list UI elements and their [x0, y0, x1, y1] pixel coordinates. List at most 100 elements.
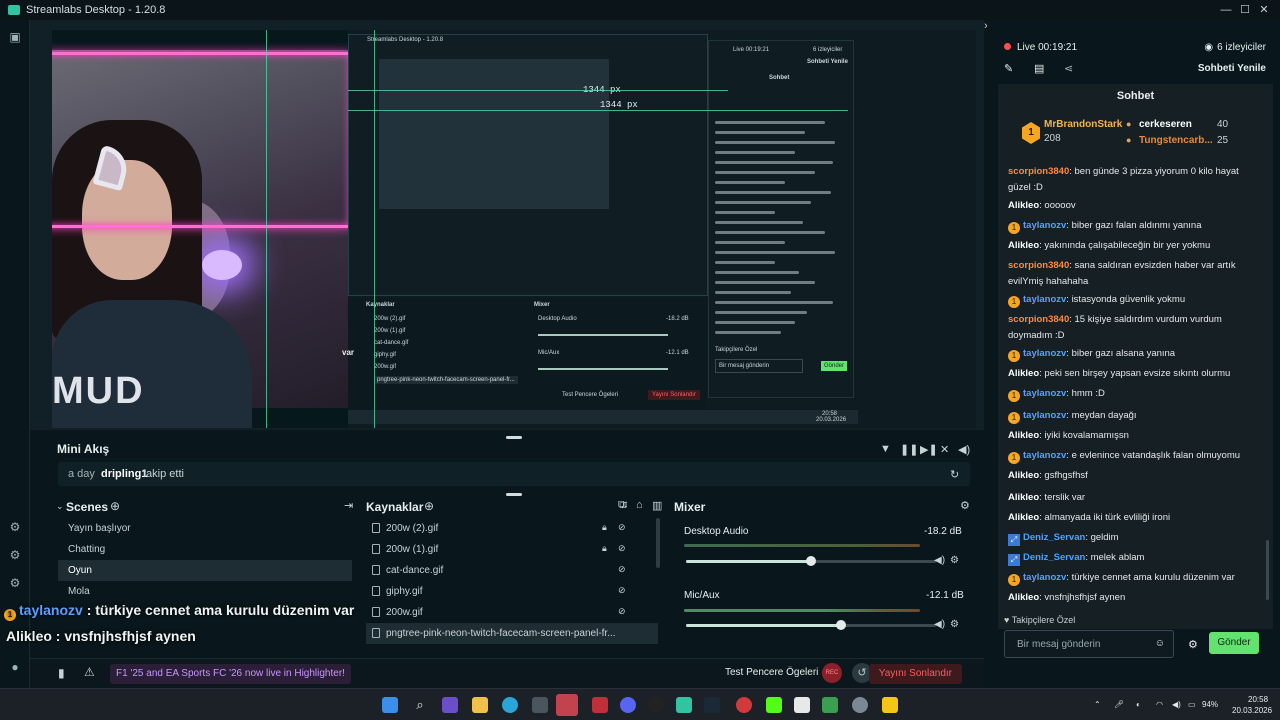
refresh-chat-button[interactable]: Sohbeti Yenile [1198, 63, 1266, 74]
collapse-icon[interactable]: ⌄ [56, 501, 64, 512]
apps-icon[interactable]: ⚙ [8, 548, 22, 562]
discord-icon[interactable] [620, 697, 636, 713]
source-item[interactable]: 200w (1).gif 🔒︎ ⊘ [366, 539, 658, 560]
source-item[interactable]: giphy.gif ⊘ [366, 581, 658, 602]
settings-icon[interactable]: ⚙ [8, 576, 22, 590]
visibility-icon[interactable]: ⊘ [618, 585, 626, 596]
speaker-icon[interactable]: ◀) [934, 619, 945, 630]
mixer-settings-icon[interactable]: ⚙ [960, 499, 970, 512]
app-red-icon[interactable] [736, 697, 752, 713]
scrollbar[interactable] [656, 518, 660, 568]
scene-item[interactable]: Mola [58, 581, 352, 602]
repeat-icon[interactable]: ↻ [950, 468, 959, 481]
audio-settings-icon[interactable]: ♫ [620, 499, 628, 511]
add-source-icon[interactable]: ⊕ [424, 499, 434, 513]
gear-icon[interactable]: ⚙ [950, 619, 959, 630]
edit-icon[interactable]: ✎ [1004, 62, 1013, 75]
source-item[interactable]: 200w (2).gif 🔒︎ ⊘ [366, 518, 658, 539]
chat-username[interactable]: taylanozv [1023, 294, 1066, 305]
store-icon[interactable] [532, 697, 548, 713]
pause-icon[interactable]: ❚❚ [900, 443, 918, 456]
clock-time[interactable]: 20:58 [1248, 695, 1268, 704]
gear-icon[interactable]: ⚙ [950, 555, 959, 566]
mute-icon[interactable]: ✕ [940, 443, 949, 456]
chat-settings-icon[interactable]: ⚙ [1188, 638, 1198, 651]
chatgpt-icon[interactable] [648, 697, 664, 713]
speaker-icon[interactable]: ◀) [934, 555, 945, 566]
wifi-icon[interactable]: ◠ [1156, 700, 1163, 709]
volume-tray-icon[interactable]: ◀) [1172, 700, 1181, 709]
chat-username[interactable]: Alikleo [1008, 430, 1039, 441]
scene-item[interactable]: Chatting [58, 539, 352, 560]
collapse-panel-icon[interactable]: ⇥ [344, 499, 353, 512]
tray-chevron-icon[interactable]: ⌃ [1094, 700, 1101, 709]
skip-icon[interactable]: ▶❚ [920, 443, 938, 456]
visibility-icon[interactable]: ⊘ [618, 564, 626, 575]
chat-username[interactable]: scorpion3840 [1008, 260, 1069, 271]
chat-username[interactable]: Alikleo [1008, 492, 1039, 503]
chat-username[interactable]: Alikleo [1008, 368, 1039, 379]
chat-username[interactable]: Alikleo [1008, 470, 1039, 481]
chat-username[interactable]: taylanozv [1023, 410, 1066, 421]
chat-username[interactable]: taylanozv [1023, 348, 1066, 359]
chat-scrollbar[interactable] [1266, 540, 1269, 600]
visibility-icon[interactable]: ⊘ [618, 543, 626, 554]
volume-icon[interactable]: ◀) [958, 443, 970, 456]
scene-item-active[interactable]: Oyun [58, 560, 352, 581]
editor-icon[interactable]: ▣ [8, 30, 22, 44]
highlighter-banner[interactable]: F1 '25 and EA Sports FC '26 now live in … [110, 664, 351, 684]
acrobat-icon[interactable] [592, 697, 608, 713]
visibility-icon[interactable]: ⊘ [618, 606, 626, 617]
chat-username[interactable]: taylanozv [1023, 220, 1066, 231]
document-icon[interactable] [794, 697, 810, 713]
chat-username[interactable]: Alikleo [1008, 240, 1039, 251]
alert-icon[interactable]: ⚠ [84, 665, 95, 679]
chat-username[interactable]: taylanozv [1023, 450, 1066, 461]
test-widgets-label[interactable]: Test Pencere Ögeleri [725, 667, 818, 678]
start-icon[interactable] [382, 697, 398, 713]
chat-input[interactable]: Bir mesaj gönderin ☺ [1004, 630, 1174, 658]
folder-icon[interactable]: ⌂ [636, 499, 643, 511]
file-explorer-icon[interactable] [472, 697, 488, 713]
chat-username[interactable]: Alikleo [1008, 592, 1039, 603]
profile-icon[interactable]: ● [8, 660, 22, 674]
steam-icon[interactable] [704, 697, 720, 713]
source-item[interactable]: cat-dance.gif ⊘ [366, 560, 658, 581]
kick-icon[interactable] [766, 697, 782, 713]
maps-icon[interactable] [822, 697, 838, 713]
chat-username[interactable]: Deniz_Servan [1023, 532, 1085, 543]
chat-username[interactable]: Deniz_Servan [1023, 552, 1085, 563]
chat-username[interactable]: scorpion3840 [1008, 314, 1069, 325]
close-button[interactable]: ✕ [1256, 2, 1272, 18]
rockstar-icon[interactable] [882, 697, 898, 713]
search-icon[interactable]: ⌕ [412, 697, 428, 713]
end-stream-button[interactable]: Yayını Sonlandır [868, 664, 962, 684]
emoji-icon[interactable]: ☺ [1155, 638, 1165, 649]
edge-icon[interactable] [502, 697, 518, 713]
widgets-icon[interactable] [442, 697, 458, 713]
desktop-audio-slider[interactable] [686, 556, 936, 566]
source-item[interactable]: 200w.gif ⊘ [366, 602, 658, 623]
themes-icon[interactable]: ⚙ [8, 520, 22, 534]
remove-icon[interactable]: ▥ [652, 499, 662, 512]
streamlabs-taskbar-icon[interactable] [676, 697, 692, 713]
mic-aux-slider[interactable] [686, 620, 936, 630]
visibility-icon[interactable]: ⊘ [618, 522, 626, 533]
share-icon[interactable]: ⋖ [1064, 62, 1073, 75]
clock-date[interactable]: 20.03.2026 [1232, 706, 1272, 715]
add-scene-icon[interactable]: ⊕ [110, 499, 120, 513]
lock-icon[interactable]: 🔒︎ [602, 543, 607, 554]
chevron-right-icon[interactable]: › [984, 20, 988, 32]
stats-icon[interactable]: ▮ [58, 666, 65, 680]
lock-icon[interactable]: 🔒︎ [602, 522, 607, 533]
chat-username[interactable]: taylanozv [1023, 388, 1066, 399]
chat-username[interactable]: scorpion3840 [1008, 166, 1069, 177]
send-button[interactable]: Gönder [1209, 632, 1259, 654]
chat-username[interactable]: Alikleo [1008, 512, 1039, 523]
settings-taskbar-icon[interactable] [852, 697, 868, 713]
maximize-button[interactable]: ☐ [1237, 2, 1253, 18]
mic-icon[interactable]: 🎤︎ [1114, 700, 1124, 709]
minimize-button[interactable]: — [1218, 2, 1234, 18]
chat-username[interactable]: Alikleo [1008, 200, 1039, 211]
app-icon[interactable] [556, 694, 578, 716]
